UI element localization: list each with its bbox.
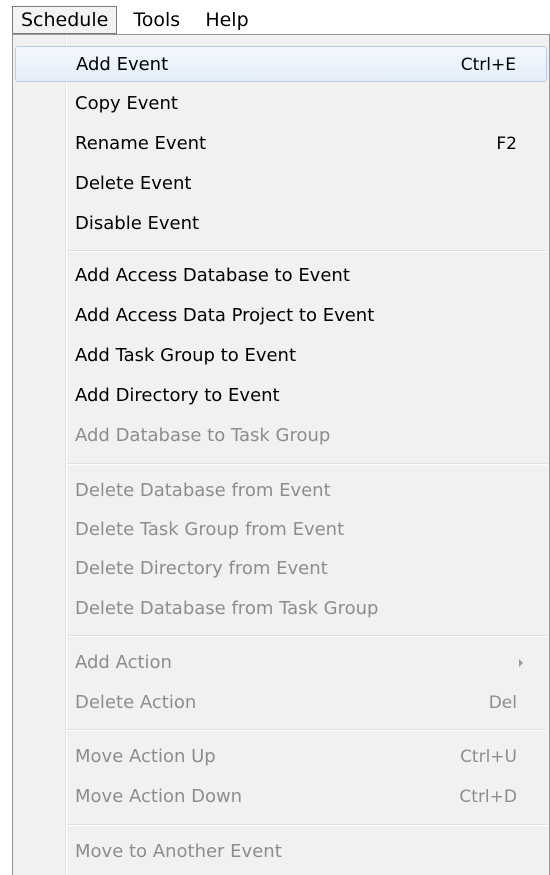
menu-item-shortcut: Ctrl+D	[459, 787, 517, 807]
menu-bar: Schedule Tools Help	[0, 0, 550, 38]
menu-item-label: Move Action Down	[75, 786, 243, 807]
menu-item-shortcut: Ctrl+E	[460, 55, 516, 75]
menu-item-label: Add Access Database to Event	[75, 265, 350, 286]
menu-item-label: Delete Directory from Event	[75, 558, 328, 579]
menu-item-label: Add Task Group to Event	[75, 345, 297, 366]
menu-item-label: Disable Event	[75, 213, 200, 234]
menu-item-delete-event[interactable]: Delete Event	[15, 166, 547, 202]
menu-item-delete-database-from-event[interactable]: Delete Database from Event	[15, 473, 547, 509]
menu-item-delete-database-from-task-group[interactable]: Delete Database from Task Group	[15, 591, 547, 627]
menu-item-move-to-another-event[interactable]: Move to Another Event	[15, 834, 547, 870]
menu-separator	[67, 635, 547, 636]
menu-separator	[67, 250, 547, 251]
menu-separator	[67, 463, 547, 464]
menu-item-add-access-database-to-event[interactable]: Add Access Database to Event	[15, 258, 547, 294]
menu-item-label: Add Access Data Project to Event	[75, 305, 375, 326]
menu-separator	[67, 729, 547, 730]
submenu-arrow-icon	[519, 659, 523, 667]
menu-item-disable-event[interactable]: Disable Event	[15, 206, 547, 242]
menu-item-label: Delete Event	[75, 173, 192, 194]
menu-item-add-access-data-project-to-event[interactable]: Add Access Data Project to Event	[15, 298, 547, 334]
menu-item-label: Move to Another Event	[75, 841, 282, 862]
menu-item-shortcut: F2	[496, 134, 517, 154]
menu-item-rename-event[interactable]: Rename Event F2	[15, 126, 547, 162]
menu-item-add-directory-to-event[interactable]: Add Directory to Event	[15, 378, 547, 414]
menu-item-label: Delete Task Group from Event	[75, 519, 345, 540]
menu-item-add-task-group-to-event[interactable]: Add Task Group to Event	[15, 338, 547, 374]
menu-schedule[interactable]: Schedule	[12, 6, 118, 34]
menu-item-add-event[interactable]: Add Event Ctrl+E	[15, 46, 547, 82]
menu-tools[interactable]: Tools	[124, 6, 189, 34]
menu-item-label: Copy Event	[75, 93, 178, 114]
menu-item-label: Add Event	[76, 54, 169, 75]
menu-item-label: Move Action Up	[75, 746, 216, 767]
menu-item-label: Rename Event	[75, 133, 207, 154]
menu-item-add-action[interactable]: Add Action	[15, 645, 547, 681]
menu-item-label: Add Action	[75, 652, 172, 673]
menu-item-label: Delete Action	[75, 692, 197, 713]
menu-item-move-action-down[interactable]: Move Action Down Ctrl+D	[15, 779, 547, 815]
menu-item-add-database-to-task-group[interactable]: Add Database to Task Group	[15, 418, 547, 454]
schedule-dropdown-menu: Add Event Ctrl+E Copy Event Rename Event…	[12, 34, 550, 875]
menu-item-label: Add Database to Task Group	[75, 425, 331, 446]
menu-item-move-action-up[interactable]: Move Action Up Ctrl+U	[15, 739, 547, 775]
menu-item-shortcut: Ctrl+U	[460, 747, 517, 767]
menu-item-copy-event[interactable]: Copy Event	[15, 86, 547, 122]
menu-item-shortcut: Del	[488, 693, 517, 713]
menu-item-delete-action[interactable]: Delete Action Del	[15, 685, 547, 721]
menu-item-delete-task-group-from-event[interactable]: Delete Task Group from Event	[15, 512, 547, 548]
menu-item-delete-directory-from-event[interactable]: Delete Directory from Event	[15, 551, 547, 587]
menu-item-label: Add Directory to Event	[75, 385, 280, 406]
menu-help[interactable]: Help	[196, 6, 257, 34]
menu-separator	[67, 824, 547, 825]
menu-item-label: Delete Database from Event	[75, 480, 331, 501]
menu-item-label: Delete Database from Task Group	[75, 598, 379, 619]
